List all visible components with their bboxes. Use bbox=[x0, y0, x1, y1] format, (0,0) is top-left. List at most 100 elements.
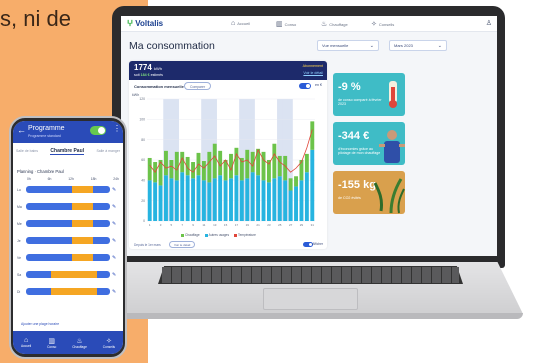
x-tick-label: 29 bbox=[300, 223, 304, 227]
compare-pill[interactable]: Comparer bbox=[184, 82, 212, 90]
tip-card-3[interactable]: -155 kg de CO2 évités bbox=[333, 171, 405, 214]
bar-other bbox=[191, 178, 196, 221]
nav-item-advice[interactable]: ✧ Conseils bbox=[371, 20, 394, 28]
program-toggle[interactable] bbox=[90, 126, 106, 135]
nav-item-home[interactable]: ⌂ Accueil bbox=[231, 20, 250, 27]
comfort-segment[interactable] bbox=[72, 237, 94, 244]
keyboard-keys bbox=[162, 267, 459, 283]
brand-logo[interactable]: ⵖ Voltalis bbox=[127, 19, 163, 28]
tab-room-right[interactable]: Salle à manger bbox=[96, 149, 120, 153]
comfort-segment[interactable] bbox=[51, 288, 98, 295]
tip-card-2[interactable]: -344 € d'économies grâce au pilotage de … bbox=[333, 122, 405, 165]
bar-other bbox=[153, 182, 158, 221]
schedule-row[interactable]: Lu ✎ bbox=[17, 185, 119, 194]
edit-icon[interactable]: ✎ bbox=[112, 221, 116, 227]
schedule-bar[interactable] bbox=[26, 288, 110, 295]
tab-room-active[interactable]: Chambre Paul bbox=[50, 148, 85, 155]
bar-other bbox=[266, 182, 271, 221]
comfort-segment[interactable] bbox=[72, 220, 94, 227]
bar-other bbox=[304, 172, 309, 221]
y-tick-label: 20 bbox=[141, 199, 145, 203]
hour-label: 24h bbox=[113, 177, 119, 181]
nav-conso[interactable]: ▥ Conso bbox=[47, 337, 56, 349]
schedule-bar[interactable] bbox=[26, 203, 110, 210]
nav-item-heating[interactable]: ♨ Chauffage bbox=[321, 20, 348, 28]
bar-other bbox=[299, 180, 304, 221]
bar-other bbox=[158, 185, 163, 221]
hour-label: 6h bbox=[47, 177, 52, 181]
schedule-row[interactable]: Je ✎ bbox=[17, 236, 119, 245]
top-navbar: ⵖ Voltalis ⌂ Accueil ▥ Conso ♨ Chauffage ✧ C… bbox=[121, 16, 497, 32]
tip-card-1[interactable]: -9 % de conso comparé à février 2023 bbox=[333, 73, 405, 116]
schedule-bar[interactable] bbox=[26, 271, 110, 278]
user-icon[interactable]: ♙ bbox=[486, 19, 492, 27]
bar-other bbox=[201, 180, 206, 221]
home-icon: ⌂ bbox=[23, 337, 29, 344]
edit-icon[interactable]: ✎ bbox=[112, 272, 116, 278]
heating-icon: ♨ bbox=[321, 21, 328, 28]
bar-other bbox=[250, 172, 255, 221]
y-tick-label: 80 bbox=[141, 138, 145, 142]
edit-icon[interactable]: ✎ bbox=[112, 255, 116, 261]
bar-heating bbox=[201, 161, 206, 181]
add-program-link[interactable]: Ajouter une plage horaire bbox=[21, 322, 59, 326]
bar-other bbox=[283, 180, 288, 221]
edit-icon[interactable]: ✎ bbox=[112, 238, 116, 244]
footer-pill[interactable]: Voir le détail bbox=[169, 241, 196, 248]
person-illustration bbox=[379, 130, 405, 163]
schedule-row[interactable]: Di ✎ bbox=[17, 287, 119, 296]
comfort-segment[interactable] bbox=[72, 254, 94, 261]
edit-icon[interactable]: ✎ bbox=[112, 187, 116, 193]
comfort-segment[interactable] bbox=[72, 203, 94, 210]
chart-legend: Chauffage Autres usages Température bbox=[181, 233, 256, 237]
back-arrow-icon[interactable]: ← bbox=[17, 125, 26, 135]
bar-other bbox=[256, 175, 261, 221]
schedule-row[interactable]: Ma ✎ bbox=[17, 202, 119, 211]
month-select[interactable]: Mars 2023 ⌄ bbox=[389, 40, 447, 51]
more-options-icon[interactable]: ⋮ bbox=[113, 124, 121, 133]
x-tick-label: 19 bbox=[246, 223, 250, 227]
bar-other bbox=[245, 178, 250, 221]
legend-swatch bbox=[181, 233, 184, 237]
nav-advice[interactable]: ✧ Conseils bbox=[103, 337, 115, 349]
details-link[interactable]: Voir le détail bbox=[303, 71, 323, 75]
bulb-icon: ✧ bbox=[105, 337, 112, 345]
edit-icon[interactable]: ✎ bbox=[112, 289, 116, 295]
legend-swatch bbox=[204, 233, 208, 237]
nav-home[interactable]: ⌂ Accueil bbox=[21, 337, 31, 348]
schedule-row[interactable]: Sa ✎ bbox=[17, 270, 119, 279]
schedule-bar[interactable] bbox=[26, 220, 110, 227]
bar-other bbox=[261, 180, 266, 221]
bar-other bbox=[212, 178, 217, 221]
plant-illustration bbox=[373, 178, 405, 214]
scene: s, ni de ⵖ Voltalis ⌂ Accueil ▥ Conso ♨ Cha… bbox=[0, 0, 536, 363]
x-tick-label: 15 bbox=[224, 223, 228, 227]
schedule-bar[interactable] bbox=[26, 254, 110, 261]
bar-heating bbox=[164, 150, 168, 176]
nav-item-conso[interactable]: ▥ Conso bbox=[276, 20, 296, 28]
x-tick-label: 3 bbox=[160, 223, 162, 227]
legend-item-temp: Température bbox=[234, 233, 256, 237]
planning-title: Planning · Chambre Paul bbox=[17, 169, 64, 174]
schedule-row[interactable]: Me ✎ bbox=[17, 219, 119, 228]
schedule-row[interactable]: Ve ✎ bbox=[17, 253, 119, 262]
range-select[interactable]: Vue mensuelle ⌄ bbox=[317, 40, 379, 51]
schedule-bar[interactable] bbox=[26, 237, 110, 244]
heating-icon: ♨ bbox=[76, 337, 83, 345]
comfort-segment[interactable] bbox=[72, 186, 94, 193]
tab-room-left[interactable]: Salle de bains bbox=[16, 149, 38, 153]
y-tick-label: 60 bbox=[141, 158, 145, 162]
phone-title: Programme bbox=[28, 125, 65, 132]
edit-icon[interactable]: ✎ bbox=[112, 204, 116, 210]
total-kwh: 1774 kWh bbox=[134, 63, 163, 72]
y-axis-label: kWh bbox=[132, 93, 139, 97]
nav-heating[interactable]: ♨ Chauffage bbox=[72, 337, 87, 349]
schedule-bar[interactable] bbox=[26, 186, 110, 193]
euro-toggle[interactable] bbox=[299, 83, 311, 89]
bar-other bbox=[239, 180, 244, 221]
phone-subtitle: Programme standard bbox=[28, 134, 61, 138]
x-tick-label: 9 bbox=[192, 223, 194, 227]
comfort-segment[interactable] bbox=[51, 271, 98, 278]
bar-other bbox=[218, 175, 223, 221]
bar-heating bbox=[294, 176, 298, 187]
